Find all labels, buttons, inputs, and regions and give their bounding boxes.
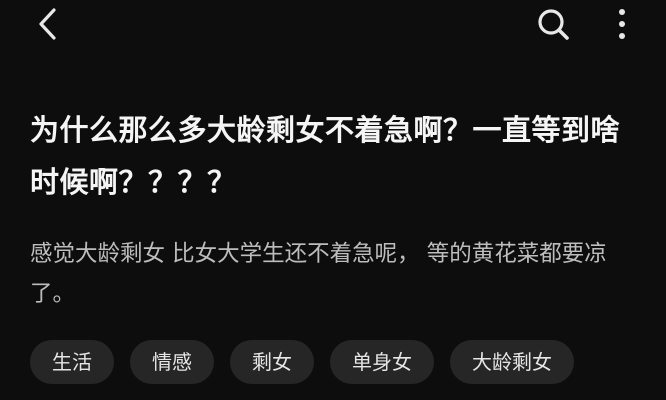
tag-qinggan[interactable]: 情感 bbox=[130, 340, 214, 384]
tag-danshennv[interactable]: 单身女 bbox=[330, 340, 434, 384]
tag-shengnv[interactable]: 剩女 bbox=[230, 340, 314, 384]
more-button[interactable] bbox=[604, 4, 640, 44]
search-button[interactable] bbox=[532, 4, 576, 44]
more-vertical-icon bbox=[619, 9, 625, 39]
back-button[interactable] bbox=[30, 4, 66, 44]
top-bar bbox=[0, 0, 666, 50]
question-description[interactable]: 感觉大龄剩女 比女大学生还不着急呢， 等的黄花菜都要凉了。 bbox=[30, 234, 640, 314]
tag-daling-shengnv[interactable]: 大龄剩女 bbox=[450, 340, 574, 384]
chevron-left-icon bbox=[39, 8, 56, 40]
tag-shenghuo[interactable]: 生活 bbox=[30, 340, 114, 384]
search-icon bbox=[538, 9, 569, 40]
topic-tags: 生活 情感 剩女 单身女 大龄剩女 bbox=[30, 340, 574, 384]
question-title: 为什么那么多大龄剩女不着急啊？一直等到啥时候啊？？？？ bbox=[30, 113, 621, 199]
